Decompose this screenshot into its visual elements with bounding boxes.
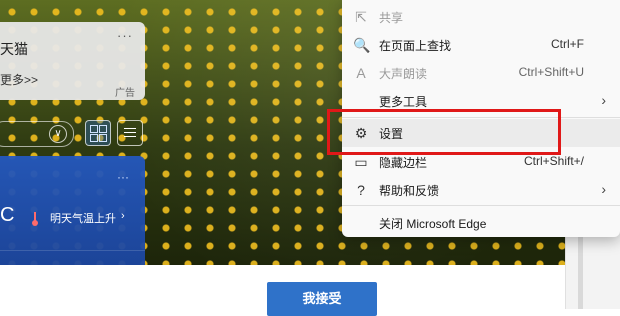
chevron-right-icon: › bbox=[601, 92, 606, 108]
list-icon bbox=[124, 132, 136, 133]
accept-button[interactable]: 我接受 bbox=[267, 282, 377, 316]
forecast-text[interactable]: 明天气温上升 bbox=[50, 210, 116, 226]
sidebar-icon: ▭ bbox=[354, 154, 368, 170]
weather-strip bbox=[0, 250, 145, 265]
help-icon: ? bbox=[357, 182, 365, 198]
thermometer-icon bbox=[32, 212, 38, 226]
weather-card[interactable]: ··· C 明天气温上升 › bbox=[0, 156, 145, 265]
grid-icon bbox=[90, 134, 98, 142]
grid-icon bbox=[99, 125, 107, 133]
menu-item-close-edge[interactable]: 关闭 Microsoft Edge bbox=[342, 209, 620, 237]
list-icon bbox=[124, 136, 136, 137]
share-icon: ⇱ bbox=[355, 9, 367, 25]
shortcut-label: Ctrl+Shift+/ bbox=[523, 154, 584, 168]
news-card-more-link[interactable]: 更多>> bbox=[0, 71, 38, 88]
ad-label: 广告 bbox=[115, 88, 135, 99]
news-card-menu-button[interactable]: ··· bbox=[117, 28, 133, 43]
weather-card-menu-button[interactable]: ··· bbox=[117, 170, 129, 184]
find-icon: 🔍 bbox=[353, 37, 371, 53]
news-card[interactable]: ··· 天猫 更多>> 广告 bbox=[0, 22, 145, 100]
search-pill[interactable]: ∨ bbox=[0, 121, 74, 147]
menu-divider bbox=[342, 205, 620, 206]
menu-item-read-aloud[interactable]: A 大声朗读 Ctrl+Shift+U bbox=[342, 59, 620, 87]
grid-layout-button[interactable] bbox=[85, 120, 111, 146]
list-icon bbox=[124, 128, 136, 129]
grid-icon bbox=[99, 134, 107, 142]
list-layout-button[interactable] bbox=[117, 120, 143, 146]
chevron-right-icon[interactable]: › bbox=[121, 210, 125, 222]
menu-item-label: 在页面上查找 bbox=[379, 39, 452, 53]
grid-icon bbox=[90, 125, 98, 133]
chevron-down-icon[interactable]: ∨ bbox=[49, 125, 67, 143]
menu-item-label: 隐藏边栏 bbox=[379, 156, 428, 170]
menu-item-label: 大声朗读 bbox=[379, 67, 428, 81]
menu-item-label: 更多工具 bbox=[379, 95, 428, 109]
menu-item-help-feedback[interactable]: ? 帮助和反馈 › bbox=[342, 176, 620, 204]
menu-item-label: 关闭 Microsoft Edge bbox=[379, 217, 487, 231]
menu-item-label: 帮助和反馈 bbox=[379, 184, 440, 198]
chevron-right-icon: › bbox=[601, 181, 606, 197]
news-card-title[interactable]: 天猫 bbox=[0, 39, 28, 59]
read-aloud-icon: A bbox=[356, 65, 366, 81]
menu-item-share[interactable]: ⇱ 共享 bbox=[342, 3, 620, 31]
shortcut-label: Ctrl+F bbox=[551, 37, 584, 51]
menu-item-find[interactable]: 🔍 在页面上查找 Ctrl+F bbox=[342, 31, 620, 59]
annotation-highlight-box bbox=[327, 109, 561, 155]
temperature-unit: C bbox=[0, 204, 15, 226]
menu-item-label: 共享 bbox=[379, 11, 404, 25]
shortcut-label: Ctrl+Shift+U bbox=[518, 65, 584, 79]
